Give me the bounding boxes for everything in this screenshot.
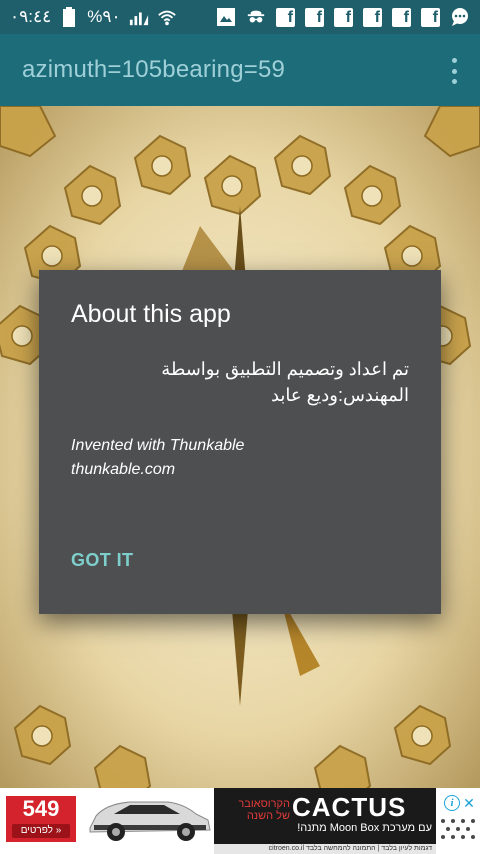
app-title: azimuth=105bearing=59: [22, 56, 286, 83]
ad-brand: CACTUS: [292, 792, 407, 822]
dialog-credit: Invented with Thunkable thunkable.com: [71, 434, 244, 482]
credit-line-1: Invented with Thunkable: [71, 437, 245, 454]
facebook-icon: f: [392, 7, 411, 27]
chat-icon: [450, 7, 470, 27]
got-it-button[interactable]: GOT IT: [63, 546, 141, 575]
ad-banner[interactable]: 549 לפרטים » הקרוסאובר של השנה CACTUS עם…: [0, 788, 480, 854]
ad-choices[interactable]: i ✕: [440, 792, 476, 814]
signal-icon: [129, 7, 149, 27]
app-bar: azimuth=105bearing=59: [0, 34, 480, 106]
battery-icon: [59, 7, 79, 27]
facebook-icon: f: [334, 7, 353, 27]
close-icon[interactable]: ✕: [462, 796, 476, 810]
dialog-message: تم اعداد وتصميم التطبيق بواسطة المهندس:و…: [161, 359, 409, 405]
facebook-icon: f: [421, 7, 440, 27]
dialog-title: About this app: [71, 300, 231, 328]
status-left: ٠٩:٤٤ %٩٠: [10, 7, 177, 27]
notification-icons: f f f f f f: [216, 7, 470, 27]
pattern-icon: [441, 819, 475, 839]
overflow-dot: [451, 68, 457, 74]
ad-details-link[interactable]: לפרטים »: [12, 824, 70, 838]
ad-disclaimer: דגמות לעיון בלבד | התמונה להמחשה בלבד ci…: [214, 844, 436, 854]
overflow-dot: [451, 79, 457, 84]
ad-price: 549: [22, 796, 60, 821]
wifi-icon: [157, 7, 177, 27]
about-dialog: About this app تم اعداد وتصميم التطبيق ب…: [39, 270, 441, 614]
facebook-icon: f: [363, 7, 382, 27]
gallery-icon: [216, 7, 236, 27]
ad-tagline: הקרוסאובר של השנה: [238, 798, 290, 822]
info-icon[interactable]: i: [444, 795, 460, 811]
overflow-menu-button[interactable]: [450, 58, 458, 84]
clock: ٠٩:٤٤: [10, 7, 52, 26]
facebook-icon: f: [276, 7, 295, 27]
spy-icon: [246, 7, 266, 27]
battery-percent: %٩٠: [87, 7, 121, 26]
ad-price-badge[interactable]: 549 לפרטים »: [6, 796, 76, 842]
credit-line-2: thunkable.com: [71, 461, 176, 478]
ad-offer: עם מערכת Moon Box מתנה!: [297, 822, 432, 834]
status-bar: ٠٩:٤٤ %٩٠ f f f f f f: [0, 0, 480, 34]
facebook-icon: f: [305, 7, 324, 27]
overflow-dot: [451, 58, 457, 63]
car-image: [89, 801, 211, 841]
